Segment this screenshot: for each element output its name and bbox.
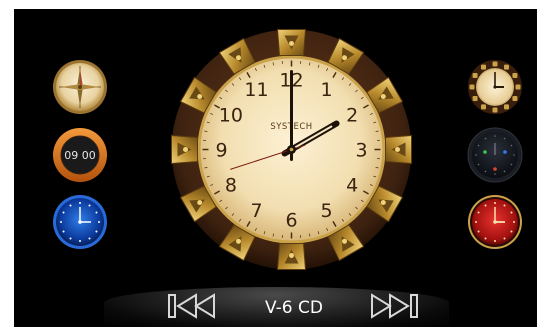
widget-tick [69, 204, 72, 207]
widget-peg [515, 84, 521, 90]
digital-time-text: 09 00 [64, 149, 96, 162]
widget-peg [504, 104, 509, 110]
widget-tick [503, 237, 506, 240]
widget-tick [510, 211, 513, 214]
widget-tick [484, 137, 487, 140]
widget-tick [98, 221, 100, 223]
dark-gauge-clock-widget[interactable] [466, 126, 524, 184]
main-analog-clock[interactable]: 121234567891011 SYSTECH [169, 27, 414, 272]
widget-peg [492, 61, 498, 67]
skip-previous-button[interactable] [166, 292, 218, 320]
widget-tick [494, 173, 496, 175]
widget-tick [95, 230, 98, 233]
widget-peg [472, 96, 478, 101]
widget-peg [469, 84, 475, 90]
widget-peg [481, 104, 486, 110]
bezel-ornament [276, 29, 307, 56]
widget-tick [503, 204, 506, 207]
widget-tick [62, 230, 65, 233]
clock-numeral: 10 [219, 105, 243, 127]
red-clock-widget[interactable] [466, 193, 524, 251]
clock-numeral: 3 [355, 140, 367, 162]
widget-tick [503, 170, 506, 173]
widget-tick [510, 230, 513, 233]
clock-screen: 09 00 1 2 3 4 5 6 7 8 9 10 11 V-6 CD [14, 9, 537, 327]
widget-tick [510, 163, 513, 166]
widget-peg [472, 73, 478, 78]
blue-clock-widget[interactable] [51, 193, 109, 251]
widget-tick [513, 221, 515, 223]
clock-numeral: 8 [225, 175, 237, 197]
widget-tick [95, 211, 98, 214]
bezel-ornament [171, 134, 198, 165]
widget-tick [62, 211, 65, 214]
clock-numeral: 5 [320, 200, 332, 222]
widget-tick [477, 230, 480, 233]
sunburst-clock-widget[interactable] [466, 58, 524, 116]
widget-tick [484, 204, 487, 207]
widget-tick [79, 240, 81, 242]
skip-next-button[interactable] [368, 292, 420, 320]
widget-tick [484, 237, 487, 240]
clock-numeral: 6 [285, 210, 297, 232]
widget-tick [88, 204, 91, 207]
widget-tick [475, 221, 477, 223]
widget-tick [88, 237, 91, 240]
widget-tick [69, 237, 72, 240]
widget-tick [494, 202, 496, 204]
digital-clock-widget[interactable]: 09 00 [51, 126, 109, 184]
widget-peg [481, 64, 486, 70]
widget-tick [510, 144, 513, 147]
clock-numeral: 2 [346, 105, 358, 127]
clock-numeral: 1 [320, 79, 332, 101]
bezel-ornament [385, 134, 412, 165]
track-title: V-6 CD [265, 298, 323, 318]
widget-peg [492, 107, 498, 113]
widget-tick [60, 221, 62, 223]
widget-tick [79, 202, 81, 204]
widget-tick [477, 211, 480, 214]
compass-clock-widget[interactable] [51, 58, 109, 116]
clock-numeral: 4 [346, 175, 358, 197]
widget-tick [484, 170, 487, 173]
clock-numeral: 11 [244, 79, 268, 101]
widget-tick [513, 154, 515, 156]
skip-previous-icon [168, 293, 215, 319]
clock-numeral: 9 [215, 140, 227, 162]
widget-tick [503, 137, 506, 140]
bezel-ornament [276, 243, 307, 270]
widget-tick [494, 240, 496, 242]
widget-tick [477, 163, 480, 166]
widget-tick [475, 154, 477, 156]
widget-peg [504, 64, 509, 70]
widget-peg [512, 96, 518, 101]
widget-peg [512, 73, 518, 78]
widget-tick [477, 144, 480, 147]
skip-next-icon [371, 293, 418, 319]
widget-tick [494, 135, 496, 137]
clock-numeral: 7 [250, 200, 262, 222]
